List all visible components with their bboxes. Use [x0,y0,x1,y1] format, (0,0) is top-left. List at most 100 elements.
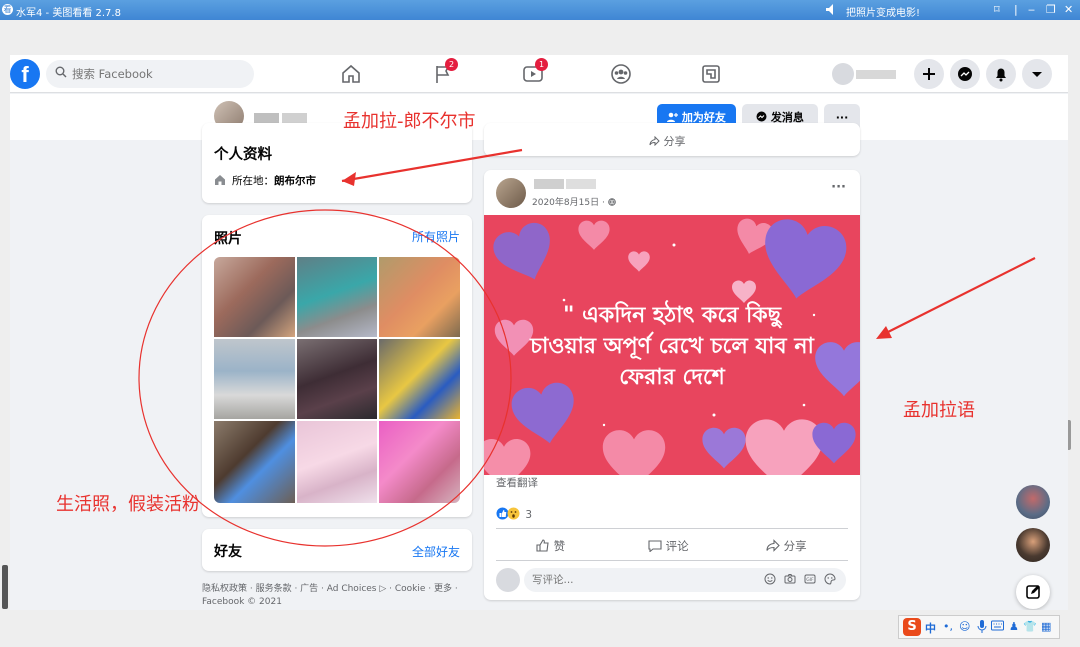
toolbox-icon[interactable]: ▦ [1041,620,1051,633]
profile-name-blurred [254,113,279,123]
search-icon [55,66,67,78]
bell-icon [996,68,1006,82]
share-button[interactable]: 分享 [649,133,686,149]
minimize-button[interactable]: ‒ [1028,3,1035,16]
photo-grid [214,257,460,503]
messenger-button[interactable] [950,59,980,89]
post-author-name-blurred-2 [566,179,596,189]
share-icon [649,135,660,147]
post-image-line: ফেরার দেশে [619,365,725,390]
post-image[interactable]: " একদিন হঠাৎ করে কিছু চাওয়ার অপূর্ণ রেখ… [484,215,860,475]
camera-icon[interactable] [784,573,796,585]
viewer-app-icon: 看 [2,4,13,15]
create-button[interactable] [914,59,944,89]
search-input[interactable] [72,60,247,88]
intro-card: 个人资料 所在地：朗布尔市 [202,123,472,203]
facebook-screenshot: f 2 1 [10,55,1068,610]
facebook-logo[interactable]: f [10,59,40,89]
caret-down-icon [1032,72,1042,77]
photo-thumbnail[interactable] [214,339,295,419]
menu-button[interactable]: | [1014,3,1018,16]
speaker-icon[interactable] [826,4,835,15]
see-all-photos-link[interactable]: 所有照片 [412,228,460,245]
viewer-promo-link[interactable]: 把照片变成电影! [846,4,920,19]
like-button[interactable]: 赞 [536,538,565,554]
share-button[interactable]: 分享 [766,538,807,554]
notifications-button[interactable] [986,59,1016,89]
account-menu-button[interactable] [1022,59,1052,89]
gif-icon[interactable]: GIF [804,573,816,585]
skin-icon[interactable]: 👕 [1023,620,1037,633]
watch-tab[interactable]: 1 [520,58,548,86]
footer-links: 隐私权政策 · 服务条款 · 广告 · Ad Choices ▷ · Cooki… [202,583,472,609]
post-card: 2020年8月15日 · ··· " একদিন হঠাৎ করে কিছু চ… [484,170,860,600]
profile-chip[interactable] [832,63,900,85]
like-wow-reaction-icons [496,507,520,520]
photos-title: 照片 [214,231,242,247]
footer-links-line[interactable]: 隐私权政策 · 服务条款 · 广告 · Ad Choices ▷ · Cooki… [202,583,472,596]
photo-thumbnail[interactable] [214,421,295,503]
photo-thumbnail[interactable] [297,257,377,337]
post-date[interactable]: 2020年8月15日 · [532,195,616,208]
share-icon [766,539,780,552]
keyboard-icon[interactable] [991,620,1004,631]
reactions-summary[interactable]: 3 [496,507,532,521]
post-author-name-blurred[interactable] [534,179,564,189]
location-value[interactable]: 朗布尔市 [274,175,316,187]
close-button[interactable]: ✕ [1064,3,1073,16]
see-all-friends-link[interactable]: 全部好友 [412,543,460,560]
previous-post-footer: 分享 [484,123,860,156]
photo-thumbnail[interactable] [214,257,295,337]
photos-card: 照片 所有照片 [202,215,472,517]
share-label: 分享 [783,539,807,553]
location-label: 所在地： [232,175,274,187]
post-image-line: চাওয়ার অপূর্ণ রেখে চলে যাব না [530,334,814,359]
post-image-text: " একদিন হঠাৎ করে কিছু চাওয়ার অপূর্ণ রেখ… [484,300,860,393]
user-icon[interactable]: ♟ [1009,620,1019,633]
annotation-language-label: 孟加拉语 [903,400,975,421]
messenger-icon [756,111,767,122]
comment-input[interactable] [532,568,732,592]
pin-button[interactable]: ⌑ [994,3,1000,16]
sticker-icon[interactable] [824,573,836,585]
gaming-icon[interactable] [698,62,724,86]
search-box[interactable] [46,60,254,88]
punctuation-icon[interactable]: •, [943,620,953,633]
photo-thumbnail[interactable] [297,421,377,503]
photo-thumbnail[interactable] [297,339,377,419]
ime-toolbar[interactable]: S 中 •, ☺ ♟ 👕 ▦ [898,615,1060,639]
pages-tab[interactable]: 2 [430,58,458,86]
share-label: 分享 [663,135,686,148]
photo-thumbnail[interactable] [379,339,460,419]
friends-card: 好友 全部好友 [202,529,472,571]
post-image-line: " একদিন হঠাৎ করে কিছু [562,303,781,328]
photo-thumbnail[interactable] [379,257,460,337]
reaction-count: 3 [525,509,533,521]
see-translation-link[interactable]: 查看翻译 [496,475,538,490]
ime-language[interactable]: 中 [925,620,936,636]
location-row: 所在地：朗布尔市 [214,173,316,188]
groups-icon[interactable] [608,62,634,86]
messenger-icon [958,67,972,81]
new-message-button[interactable] [1016,575,1050,609]
maximize-button[interactable]: ❐ [1046,3,1056,16]
emoji-icon[interactable]: ☺ [959,620,970,633]
chat-head-avatar[interactable] [1016,485,1050,519]
intro-title: 个人资料 [214,147,272,163]
emoji-icon[interactable] [764,573,776,585]
footer-copyright: Facebook © 2021 [202,597,282,607]
post-author-avatar[interactable] [496,178,526,208]
comment-box[interactable]: GIF [524,568,846,592]
post-date-text: 2020年8月15日 · [532,198,608,208]
microphone-icon[interactable] [977,620,987,633]
left-scrollbar[interactable] [2,565,8,609]
comment-button[interactable]: 评论 [648,538,689,554]
chat-head-avatar[interactable] [1016,528,1050,562]
annotation-life-photos-label: 生活照，假装活粉 [56,494,200,515]
home-icon[interactable] [338,62,364,86]
sogou-logo-icon[interactable]: S [903,618,921,636]
photo-thumbnail[interactable] [379,421,460,503]
post-options-button[interactable]: ··· [831,180,846,195]
svg-text:GIF: GIF [806,577,814,583]
profile-name-blurred [856,70,896,79]
